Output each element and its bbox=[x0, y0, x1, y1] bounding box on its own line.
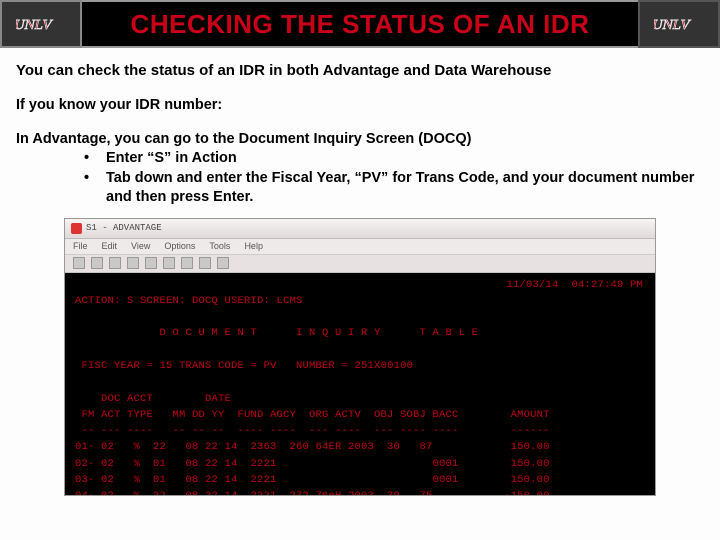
toolbar-icon[interactable] bbox=[127, 257, 139, 269]
table-row: 03- 02 % 01 08 22 14 2221 0001 150.00 bbox=[75, 474, 550, 486]
table-row: 01- 02 % 22 08 22 14 2363 260 64ER 2003 … bbox=[75, 441, 550, 453]
action-line: ACTION: S SCREEN: DOCQ USERID: LCMS bbox=[75, 295, 303, 307]
list-item: Tab down and enter the Fiscal Year, “PV”… bbox=[84, 169, 704, 208]
list-item: Enter “S” in Action bbox=[84, 149, 704, 169]
table-row: 02- 02 % 01 08 22 14 2221 0001 150.00 bbox=[75, 458, 550, 470]
intro-text: You can check the status of an IDR in bo… bbox=[16, 62, 704, 79]
toolbar-icon[interactable] bbox=[109, 257, 121, 269]
window-titlebar: S1 - ADVANTAGE bbox=[65, 219, 655, 239]
table-row: 04- 02 % 22 08 22 14 2221 272 76eH 2003 … bbox=[75, 490, 550, 496]
slide-title: CHECKING THE STATUS OF AN IDR bbox=[82, 0, 638, 48]
toolbar-icon[interactable] bbox=[145, 257, 157, 269]
menu-item[interactable]: Options bbox=[164, 241, 195, 251]
content-area: You can check the status of an IDR in bo… bbox=[0, 48, 720, 496]
menu-item[interactable]: Help bbox=[244, 241, 263, 251]
if-know-line: If you know your IDR number: bbox=[16, 97, 704, 113]
toolbar bbox=[65, 255, 655, 273]
app-icon bbox=[71, 223, 82, 234]
toolbar-icon[interactable] bbox=[199, 257, 211, 269]
menu-item[interactable]: Tools bbox=[209, 241, 230, 251]
svg-text:UNLV: UNLV bbox=[654, 17, 693, 33]
query-line: FISC YEAR = 15 TRANS CODE = PV NUMBER = … bbox=[82, 360, 414, 372]
advantage-line: In Advantage, you can go to the Document… bbox=[16, 131, 704, 147]
toolbar-icon[interactable] bbox=[91, 257, 103, 269]
logo-right: UNLV bbox=[638, 0, 720, 48]
logo-left: UNLV bbox=[0, 0, 82, 48]
svg-text:UNLV: UNLV bbox=[16, 17, 55, 33]
toolbar-icon[interactable] bbox=[73, 257, 85, 269]
datetime: 11/03/14 04:27:49 PM bbox=[506, 277, 643, 293]
unlv-logo-icon: UNLV bbox=[16, 9, 66, 39]
menu-item[interactable]: View bbox=[131, 241, 150, 251]
unlv-logo-icon: UNLV bbox=[654, 9, 704, 39]
col-dashes: -- --- ---- -- -- -- ---- ---- --- ---- … bbox=[75, 425, 550, 437]
terminal-screen: ACTION: S SCREEN: DOCQ USERID: LCMS 11/03… bbox=[65, 273, 655, 495]
toolbar-icon[interactable] bbox=[181, 257, 193, 269]
menu-item[interactable]: File bbox=[73, 241, 88, 251]
banner: D O C U M E N T I N Q U I R Y T A B L E bbox=[160, 327, 479, 339]
instruction-list: Enter “S” in Action Tab down and enter t… bbox=[16, 149, 704, 208]
col-header: FM ACT TYPE MM DD YY FUND AGCY ORG ACTV … bbox=[75, 409, 550, 421]
advantage-screenshot: S1 - ADVANTAGE File Edit View Options To… bbox=[64, 218, 656, 496]
menu-item[interactable]: Edit bbox=[102, 241, 118, 251]
title-bar: UNLV CHECKING THE STATUS OF AN IDR UNLV bbox=[0, 0, 720, 48]
menu-bar: File Edit View Options Tools Help bbox=[65, 239, 655, 255]
toolbar-icon[interactable] bbox=[217, 257, 229, 269]
col-header: DOC ACCT DATE bbox=[75, 393, 231, 405]
window-title: S1 - ADVANTAGE bbox=[86, 223, 162, 233]
toolbar-icon[interactable] bbox=[163, 257, 175, 269]
